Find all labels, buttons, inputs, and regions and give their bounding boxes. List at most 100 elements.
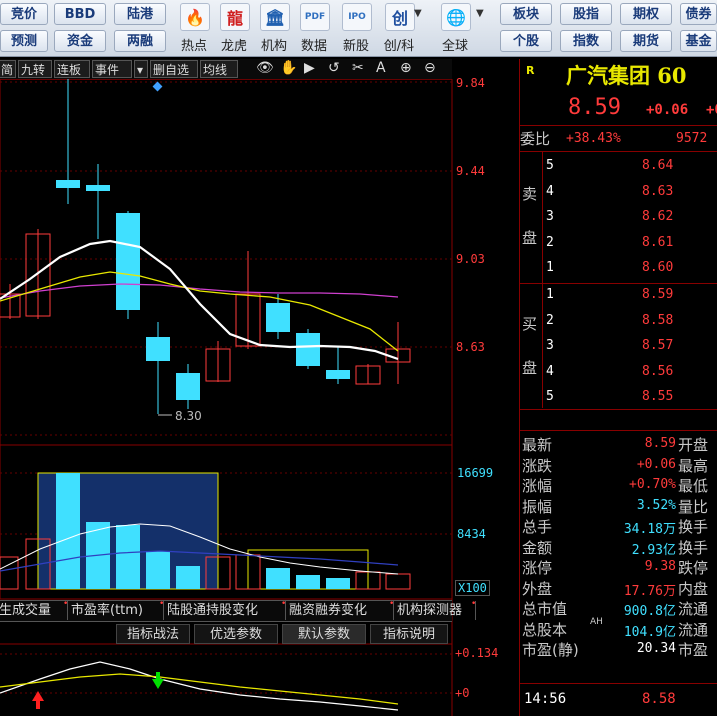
toolbar-right-btn-1-bottom[interactable]: 指数 <box>560 30 612 52</box>
dropdown-arrow-icon[interactable]: ▼ <box>414 8 422 19</box>
buyRows-level-1: 2 <box>546 312 554 328</box>
sellRows-price-0: 8.64 <box>642 158 674 173</box>
indicator-tab-dot-4: • <box>471 599 477 609</box>
price-axis-tick-0: 9.84 <box>456 76 485 90</box>
stat-right-label-10: 市盈 <box>678 641 709 659</box>
chart-tab-3[interactable]: 事件 <box>92 60 132 78</box>
sell-signal-arrow <box>152 672 164 689</box>
toolbar-right-btn-2-bottom[interactable]: 期货 <box>620 30 672 52</box>
stat-label-1: 涨跌 <box>522 456 553 475</box>
current-price: 8.59 <box>568 95 621 120</box>
stat-right-label-7: 内盘 <box>678 579 709 598</box>
toolbar-right-btn-2-top[interactable]: 期权 <box>620 3 672 25</box>
play-icon[interactable]: ▶ <box>304 60 315 76</box>
institution-icon[interactable]: 🏛 <box>260 3 290 31</box>
sellRows-level-2: 3 <box>546 209 554 224</box>
sub-tab-0[interactable]: 指标战法 <box>116 624 190 644</box>
volume-axis-mid: 8434 <box>457 527 486 541</box>
buyRows-level-4: 5 <box>546 389 554 404</box>
toolbar-btn-2-top[interactable]: 陆港 <box>114 3 166 25</box>
dropdown-arrow-icon-2[interactable]: ▼ <box>476 8 484 19</box>
chart-tab-0[interactable]: 简 <box>0 60 16 78</box>
stat-label-5: 金额 <box>522 538 553 557</box>
text-tool-icon[interactable]: A <box>376 60 386 76</box>
price-axis-tick-1: 9.44 <box>456 164 485 178</box>
sub-tab-2[interactable]: 默认参数 <box>282 624 366 644</box>
sub-tab-1[interactable]: 优选参数 <box>194 624 278 644</box>
fire-icon[interactable]: 🔥 <box>180 3 210 31</box>
hand-icon[interactable]: ✋ <box>280 60 297 76</box>
indicator-white-line <box>0 661 399 711</box>
undo-icon[interactable]: ↺ <box>328 60 340 76</box>
stat-right-label-9: 流通 <box>678 620 709 639</box>
buyRows-price-4: 8.55 <box>642 389 674 404</box>
price-change-pct-partial: +0 <box>706 102 717 118</box>
stat-value-10: 20.34 <box>636 641 676 656</box>
indicator-sub-tabs: 指标战法 优选参数 默认参数 指标说明 <box>0 624 452 645</box>
price-change: +0.06 <box>646 102 689 118</box>
globe-icon[interactable]: 🌐 <box>441 3 471 31</box>
low-price-label: 8.30 <box>175 409 202 423</box>
stat-right-label-2: 最低 <box>678 477 709 495</box>
stat-label-8: 总市值 <box>522 600 568 618</box>
dragon-icon[interactable]: 龍 <box>220 3 250 31</box>
stat-value-1: +0.06 <box>636 456 676 472</box>
sell-label-top: 卖 <box>522 185 538 203</box>
toolbar-right-btn-3-top[interactable]: 债券 <box>680 3 717 25</box>
toolbar-right-btn-0-bottom[interactable]: 个股 <box>500 30 552 52</box>
toolbar-right-btn-0-top[interactable]: 板块 <box>500 3 552 25</box>
stat-value-9: 104.9亿 <box>623 624 676 640</box>
toolbar-btn-2-bottom[interactable]: 两融 <box>114 30 166 52</box>
tick-price: 8.58 <box>642 691 676 707</box>
sellRows-level-4: 1 <box>546 260 554 275</box>
sellRows-price-1: 8.63 <box>642 183 674 199</box>
sub-tab-3[interactable]: 指标说明 <box>370 624 448 644</box>
toolbar-right-btn-1-top[interactable]: 股指 <box>560 3 612 25</box>
toolbar-btn-0-top[interactable]: 竞价 <box>0 3 48 25</box>
stat-value-4: 34.18万 <box>623 522 676 537</box>
stat-right-label-6: 跌停 <box>678 559 709 577</box>
zoom-out-icon[interactable]: ⊖ <box>424 60 436 76</box>
buyRows-price-2: 8.57 <box>642 338 674 353</box>
stat-right-label-3: 量比 <box>678 497 709 516</box>
ma-white-line <box>0 239 399 361</box>
toolbar-btn-0-bottom[interactable]: 预测 <box>0 30 48 52</box>
indicator-tab-3[interactable]: 融资融券变化 <box>286 601 394 620</box>
stock-name: 广汽集团 60 <box>566 63 687 88</box>
indicator-tab-4[interactable]: 机构探测器 <box>394 601 476 620</box>
indicator-tab-1[interactable]: 市盈率(ttm) <box>68 601 164 620</box>
toolbar-btn-1-top[interactable]: BBD <box>54 3 106 25</box>
indicator-tab-0[interactable]: 生成交量 <box>0 601 68 620</box>
stat-right-label-5: 换手 <box>678 538 709 557</box>
indicator-tab-2[interactable]: 陆股通持股变化 <box>164 601 286 620</box>
indicator-axis-top: +0.134 <box>455 646 499 660</box>
buy-label-top: 买 <box>522 315 538 333</box>
toolbar-btn-1-bottom[interactable]: 资金 <box>54 30 106 52</box>
stat-value-6: 9.38 <box>644 559 676 574</box>
zoom-in-icon[interactable]: ⊕ <box>400 60 412 76</box>
sellRows-level-1: 4 <box>546 183 554 199</box>
toolbar-right-btn-3-bottom[interactable]: 基金 <box>680 30 717 52</box>
chart-tab2-1[interactable]: 均线 <box>200 60 238 78</box>
stat-label-7: 外盘 <box>522 579 553 598</box>
chuang-icon[interactable]: 创 <box>385 3 415 31</box>
eye-icon[interactable]: 👁 <box>256 60 274 76</box>
stat-label-3: 振幅 <box>522 497 553 516</box>
chart-dropdown-icon[interactable]: ▾ <box>134 60 148 78</box>
buyRows-price-1: 8.58 <box>642 312 674 328</box>
stat-label-9: 总股本 <box>522 620 568 639</box>
chart-tab-2[interactable]: 连板 <box>54 60 90 78</box>
buyRows-level-3: 4 <box>546 363 554 379</box>
chart-tab-1[interactable]: 九转 <box>18 60 52 78</box>
sellRows-price-4: 8.60 <box>642 260 674 275</box>
tick-time: 14:56 <box>524 691 567 707</box>
buy-signal-arrow <box>32 691 44 709</box>
pdf-icon[interactable]: PDF <box>300 3 330 31</box>
chart-tab2-0[interactable]: 删自选 <box>150 60 198 78</box>
toolbar-label-4: 新股 <box>342 39 369 54</box>
scissors-icon[interactable]: ✂ <box>352 60 364 76</box>
sellRows-level-0: 5 <box>546 158 554 173</box>
price-axis-tick-2: 9.03 <box>456 252 485 266</box>
main-toolbar: 竞价 预测 BBD 资金 陆港 两融 🔥 热点龍龙虎 🏛 机构 PDF 数据 IPO 新股 创创/科 🌐 全球… <box>0 0 717 57</box>
ipo-icon[interactable]: IPO <box>342 3 372 31</box>
